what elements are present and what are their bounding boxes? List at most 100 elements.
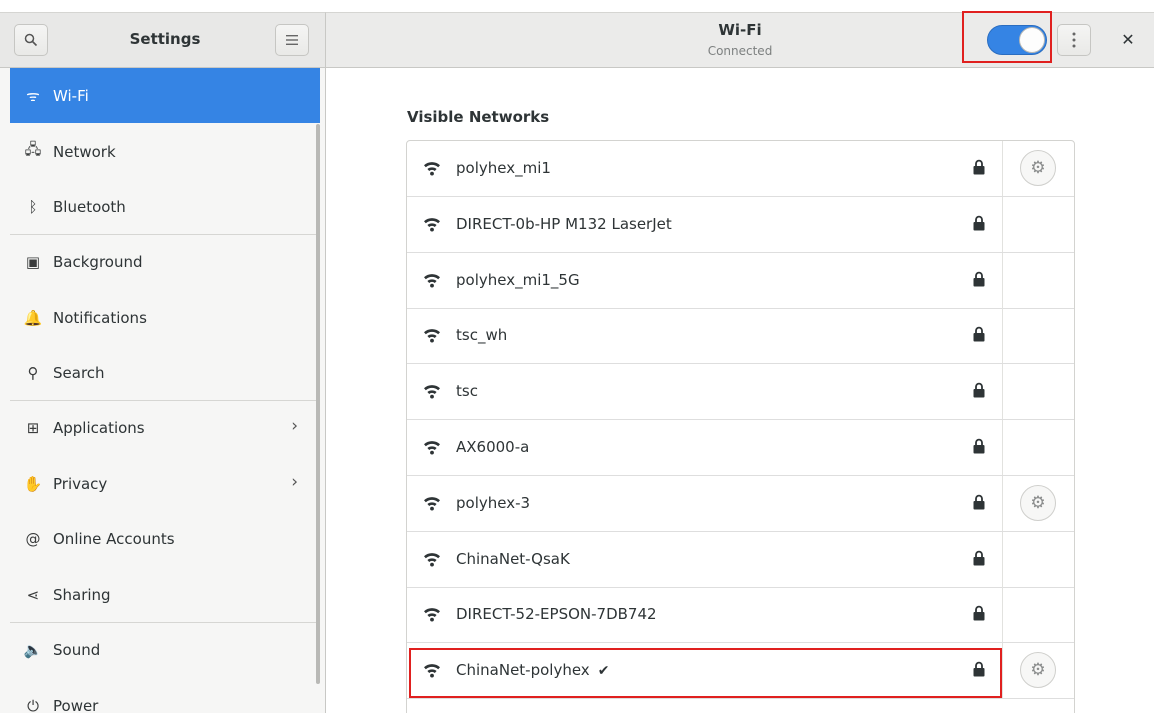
network-settings-button[interactable]: ⚙ [1020,150,1056,186]
sidebar-item-label: Power [53,696,99,713]
sidebar-item-wi-fi[interactable]: ᯤ Wi-Fi [10,68,320,123]
background-icon: ▣ [25,252,41,271]
wifi-signal-icon [423,606,441,622]
sidebar-scrollbar[interactable] [316,124,320,684]
sidebar-item-label: Applications [53,418,145,437]
speaker-icon: 🔈 [23,640,43,659]
row-divider [1002,196,1003,252]
wifi-signal-icon [423,383,441,399]
network-settings-button[interactable]: ⚙ [1020,652,1056,689]
network-name-text: tsc [456,382,478,401]
wifi-signal-icon [423,495,441,511]
network-row-tsc[interactable]: tsc [407,364,1074,421]
network-settings-button[interactable]: ⚙ [1020,484,1056,521]
row-divider [1002,252,1003,308]
network-name: AX6000-a [456,438,529,456]
network-row-ax6000-a[interactable]: AX6000-a [407,420,1074,476]
settings-title: Settings [129,30,201,48]
wifi-icon: ᯤ [26,86,40,105]
gear-icon: ⚙ [1030,158,1046,178]
network-name-text: DIRECT-0b-HP M132 LaserJet [456,214,672,233]
close-button[interactable]: ✕ [1116,30,1140,54]
network-name: tsc_wh [456,326,507,344]
network-name: polyhex_mi1_5G [456,271,580,289]
main-menu-button[interactable] [275,24,309,56]
sidebar-item-label: Bluetooth [53,197,126,216]
search-icon [24,33,38,47]
network-name: tsc [456,382,478,400]
wifi-signal-icon [423,272,441,288]
network-row-polyhex-mi1[interactable]: polyhex_mi1 ⚙ [407,141,1074,197]
sidebar-item-sharing[interactable]: ⋖ Sharing [10,567,320,622]
sidebar-item-background[interactable]: ▣ Background [10,234,320,289]
network-name-text: polyhex-3 [456,493,531,512]
lock-icon [973,326,985,342]
network-name-text: AX6000-a [456,438,530,456]
row-divider [1002,308,1003,364]
sidebar-item-privacy[interactable]: ✋ Privacy › [10,456,320,511]
chevron-right-icon: › [291,416,298,436]
network-name-text: tsc_wh [456,326,508,345]
sidebar-item-label: Wi-Fi [53,86,89,105]
network-row-polyhex-mi1-5g[interactable]: polyhex_mi1_5G [407,252,1074,309]
sidebar-item-notifications[interactable]: 🔔 Notifications [10,290,320,345]
lock-icon [973,215,985,231]
sidebar-item-power[interactable]: ⏻ Power [10,678,320,713]
annotation-highlight-toggle [962,11,1052,63]
wifi-signal-icon [423,160,441,176]
row-divider [1002,141,1003,196]
wifi-signal-icon [423,327,441,343]
network-name: polyhex-3 [456,494,530,512]
search-button[interactable] [14,24,48,56]
network-row-direct-52-epson-7db742[interactable]: DIRECT-52-EPSON-7DB742 [407,587,1074,644]
main-content: Visible Networks polyhex_mi1 ⚙ DIRECT-0b-H… [326,68,1154,713]
wifi-signal-icon [423,439,441,455]
lock-icon [973,271,985,287]
wifi-signal-icon [423,216,441,232]
sidebar-item-applications[interactable]: ⊞ Applications › [10,400,320,455]
sidebar-item-label: Privacy [53,474,108,493]
row-divider [1002,475,1003,531]
sidebar-item-label: Sound [53,640,101,659]
network-row-chinanet-qsak[interactable]: ChinaNet-QsaK [407,531,1074,588]
kebab-menu-icon [1072,32,1076,48]
network-row-direct-0b-hp-m132-laserjet[interactable]: DIRECT-0b-HP M132 LaserJet [407,196,1074,253]
sidebar-item-sound[interactable]: 🔈 Sound [10,622,320,677]
sidebar-headerbar: Settings [0,12,326,68]
share-icon: ⋖ [26,585,40,604]
sidebar-item-label: Network [53,142,116,161]
network-name: polyhex_mi1 [456,159,551,177]
hand-icon: ✋ [23,474,43,493]
sidebar-item-search[interactable]: ⚲ Search [10,345,320,400]
sidebar-item-label: Search [53,363,105,382]
lock-icon [973,550,985,566]
lock-icon [973,159,985,175]
sidebar-item-network[interactable]: 🖧 Network [10,124,320,179]
lock-icon [973,605,985,621]
row-divider [1002,531,1003,587]
sidebar-item-label: Online Accounts [53,529,175,548]
close-icon: ✕ [1121,30,1135,49]
more-options-button[interactable] [1057,24,1091,56]
network-name-text: polyhex_mi1_5G [456,270,580,289]
row-divider [1002,364,1003,420]
network-name-text: polyhex_mi1 [456,159,551,177]
bluetooth-icon: ᛒ [28,197,38,216]
network-row-polyhex-3[interactable]: polyhex-3 ⚙ [407,475,1074,532]
power-icon: ⏻ [27,696,39,713]
hamburger-menu-icon [286,35,298,45]
network-name: DIRECT-52-EPSON-7DB742 [456,605,657,623]
annotation-highlight-connected-network [409,648,1002,698]
network-icon: 🖧 [24,140,42,158]
sidebar: ᯤ Wi-Fi 🖧 Network ᛒ Bluetooth ▣ Background 🔔 Noti… [0,68,326,713]
sidebar-item-bluetooth[interactable]: ᛒ Bluetooth [10,179,320,234]
row-divider [1002,420,1003,475]
sidebar-item-label: Sharing [53,585,111,604]
wifi-signal-icon [423,551,441,567]
sidebar-item-label: Notifications [53,308,147,327]
bell-icon: 🔔 [23,308,43,327]
lock-icon [973,494,985,510]
network-row-tsc-wh[interactable]: tsc_wh [407,308,1074,365]
sidebar-item-online-accounts[interactable]: @ Online Accounts [10,511,320,566]
network-name-text: DIRECT-52-EPSON-7DB742 [456,605,657,624]
